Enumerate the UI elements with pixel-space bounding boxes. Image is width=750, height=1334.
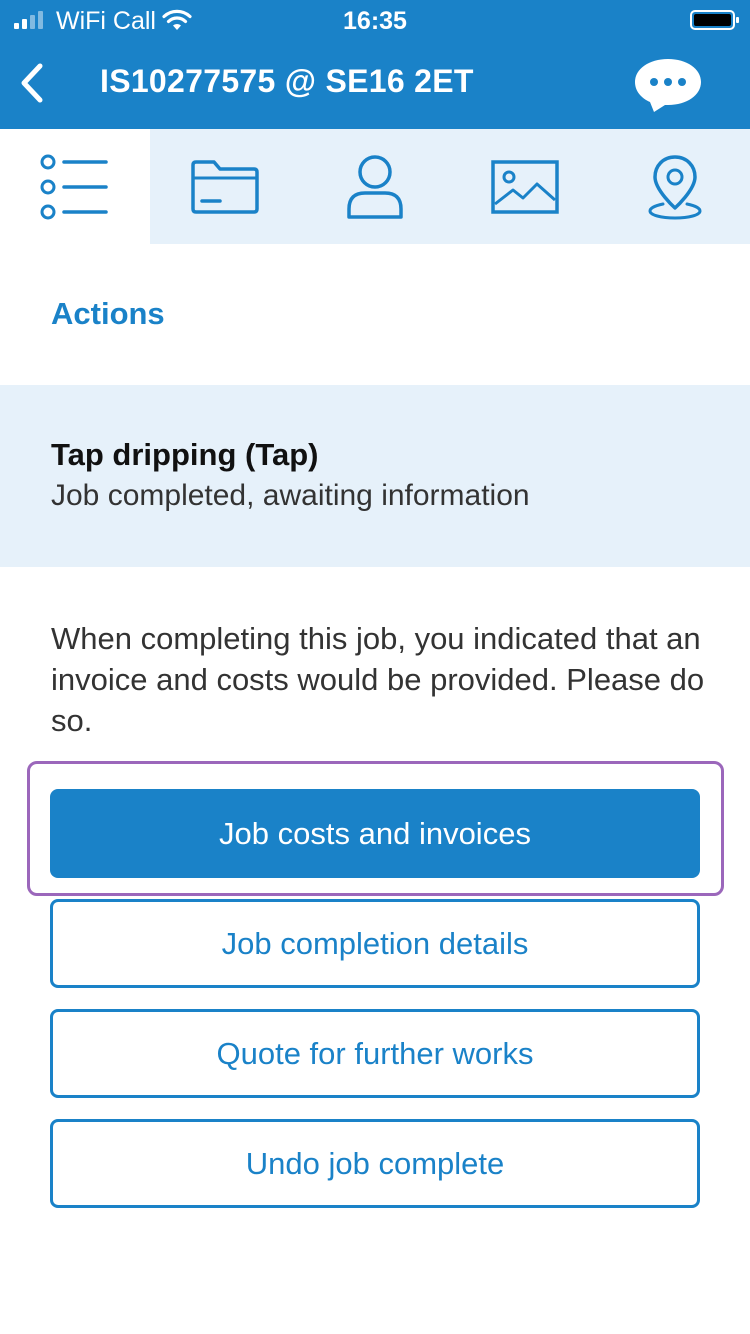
list-icon — [40, 154, 108, 219]
job-completion-details-button[interactable]: Job completion details — [50, 899, 700, 988]
tab-contact[interactable] — [300, 129, 450, 244]
chevron-left-icon — [21, 63, 43, 103]
status-bar: WiFi Call 16:35 — [0, 0, 750, 40]
tab-photos[interactable] — [450, 129, 600, 244]
tab-documents[interactable] — [150, 129, 300, 244]
chat-bubble-icon[interactable] — [632, 56, 704, 114]
battery-icon — [690, 10, 739, 30]
job-title: Tap dripping (Tap) — [51, 437, 319, 472]
location-pin-icon — [648, 154, 702, 220]
person-icon — [347, 154, 403, 219]
undo-job-complete-button[interactable]: Undo job complete — [50, 1119, 700, 1208]
job-summary-card: Tap dripping (Tap) Job completed, awaiti… — [0, 385, 750, 567]
tab-actions[interactable] — [0, 129, 150, 244]
tab-bar — [0, 129, 750, 244]
instruction-text: When completing this job, you indicated … — [51, 621, 705, 738]
status-time: 16:35 — [343, 7, 407, 35]
tab-location[interactable] — [600, 129, 750, 244]
section-heading: Actions — [51, 296, 165, 331]
job-actions-screen: WiFi Call 16:35 IS10277575 @ SE16 2ET Ac… — [0, 0, 750, 1334]
navigation-bar: IS10277575 @ SE16 2ET — [0, 40, 750, 129]
back-button[interactable] — [12, 58, 52, 108]
page-title: IS10277575 @ SE16 2ET — [100, 63, 474, 99]
job-status: Job completed, awaiting information — [51, 479, 530, 512]
image-icon — [491, 159, 559, 214]
folder-icon — [191, 159, 259, 214]
quote-further-works-button[interactable]: Quote for further works — [50, 1009, 700, 1098]
job-costs-button[interactable]: Job costs and invoices — [50, 789, 700, 878]
